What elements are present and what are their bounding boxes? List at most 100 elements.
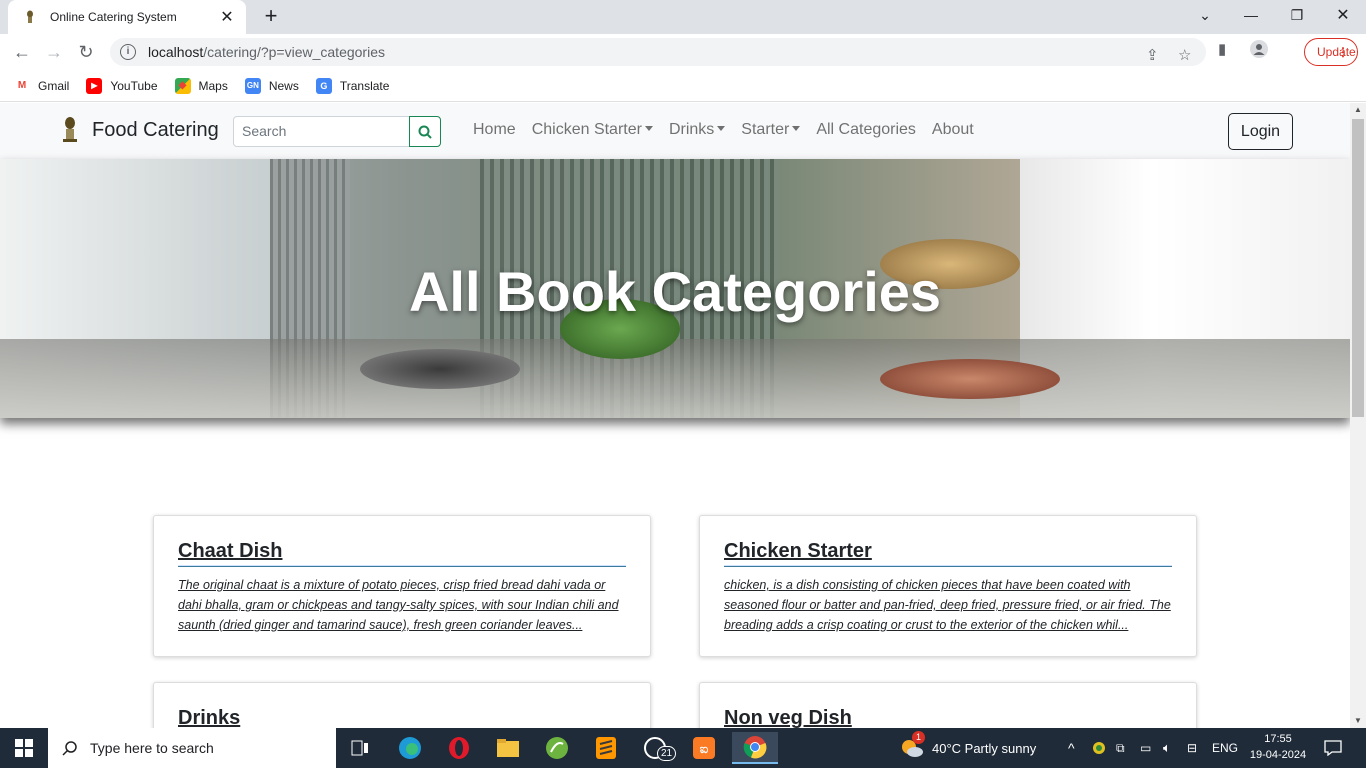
url-path: /catering/?p=view_categories	[203, 44, 385, 60]
page-title: All Book Categories	[408, 260, 942, 323]
bookmark-label: News	[268, 78, 299, 93]
nav-chicken-starter-dropdown[interactable]: Chicken Starter	[524, 121, 661, 139]
bookmark-label: Translate	[339, 78, 390, 93]
bookmark-youtube[interactable]: ▶ YouTube	[86, 77, 158, 94]
brand-logo-icon	[58, 115, 82, 145]
nav-home[interactable]: Home	[465, 121, 524, 139]
category-title[interactable]: Drinks	[178, 707, 626, 728]
category-title[interactable]: Chaat Dish	[178, 540, 626, 566]
site-navbar: Food Catering Search Home Chicken Starte…	[0, 103, 1350, 159]
bookmark-star-icon[interactable]: ☆	[1178, 46, 1191, 64]
hero-food-olives	[360, 349, 520, 389]
weather-text: 40°C Partly sunny	[932, 740, 1037, 756]
category-card[interactable]: Drinks	[153, 682, 651, 728]
forward-button[interactable]: →	[42, 40, 66, 64]
weather-widget[interactable]: 1 40°C Partly sunny	[900, 728, 1036, 768]
caret-down-icon	[644, 126, 653, 131]
browser-tab[interactable]: Online Catering System ✕	[8, 0, 246, 34]
category-card[interactable]: Non veg Dish	[699, 682, 1197, 728]
weather-icon: 1	[900, 731, 925, 759]
hero-bg-counter	[0, 339, 1350, 418]
back-button[interactable]: ←	[10, 40, 34, 64]
new-tab-button[interactable]: +	[258, 4, 284, 30]
page-scrollbar[interactable]: ▲ ▼	[1350, 103, 1366, 728]
maps-icon: ◆	[174, 77, 191, 94]
update-button[interactable]: Update ⋮	[1304, 38, 1358, 66]
xampp-icon[interactable]: ಐ	[684, 732, 724, 764]
spring-tool-icon[interactable]	[537, 732, 577, 764]
bookmark-maps[interactable]: ◆ Maps	[174, 77, 228, 94]
bookmark-translate[interactable]: G Translate	[315, 77, 390, 94]
scrollbar-thumb[interactable]	[1352, 119, 1364, 417]
profile-avatar-icon[interactable]	[1250, 40, 1268, 62]
bookmarks-bar: M Gmail ▶ YouTube ◆ Maps GN News G Trans…	[0, 70, 1366, 102]
start-button[interactable]	[0, 728, 48, 768]
nav-all-categories[interactable]: All Categories	[808, 121, 924, 139]
youtube-icon: ▶	[86, 77, 103, 94]
nav-label: About	[931, 121, 974, 138]
bookmark-news[interactable]: GN News	[244, 77, 299, 94]
windows-logo-icon	[15, 739, 33, 757]
scroll-up-icon[interactable]: ▲	[1350, 103, 1366, 117]
nav-drinks-dropdown[interactable]: Drinks	[661, 121, 733, 139]
address-bar[interactable]: i localhost/catering/?p=view_categories …	[110, 38, 1206, 66]
network-icon[interactable]: ⊟	[1187, 728, 1197, 768]
bookmark-gmail[interactable]: M Gmail	[14, 78, 70, 94]
nav-label: Drinks	[668, 121, 715, 138]
notifications-icon[interactable]	[1324, 728, 1342, 768]
chrome-icon[interactable]	[732, 732, 778, 764]
restore-button[interactable]: ❐	[1274, 0, 1320, 30]
scroll-down-icon[interactable]: ▼	[1350, 714, 1366, 728]
nav-about[interactable]: About	[924, 121, 982, 139]
nav-label: Chicken Starter	[531, 121, 642, 138]
brand-name: Food Catering	[92, 118, 219, 141]
page-viewport: Food Catering Search Home Chicken Starte…	[0, 103, 1350, 728]
sublime-text-icon[interactable]	[586, 732, 626, 764]
task-view-icon[interactable]	[340, 732, 380, 764]
clock-date: 19-04-2024	[1249, 749, 1307, 761]
nav-starter-dropdown[interactable]: Starter	[733, 121, 808, 139]
site-info-icon[interactable]: i	[120, 44, 136, 60]
category-description: chicken, is a dish consisting of chicken…	[724, 578, 1171, 632]
caret-down-icon	[792, 126, 801, 131]
taskbar-clock[interactable]: 17:55 19-04-2024	[1243, 731, 1313, 763]
edge-icon[interactable]	[390, 732, 430, 764]
menu-dots-icon[interactable]: ⋮	[1337, 39, 1349, 65]
nav-label: Starter	[741, 121, 790, 138]
category-card[interactable]: Chicken Starter chicken, is a dish consi…	[699, 515, 1197, 657]
site-search-input[interactable]: Search	[233, 116, 410, 147]
battery-icon[interactable]: ▭	[1140, 728, 1151, 768]
site-favicon-icon	[22, 9, 38, 25]
reload-button[interactable]: ↻	[74, 40, 98, 64]
taskbar-search-placeholder: Type here to search	[90, 740, 214, 756]
share-icon[interactable]: ⇪	[1146, 46, 1159, 64]
opera-icon[interactable]	[439, 732, 479, 764]
tray-app-icon[interactable]	[1092, 728, 1106, 768]
tab-search-icon[interactable]: ⌄	[1182, 0, 1228, 30]
side-panel-icon[interactable]: ▮	[1218, 40, 1226, 58]
language-indicator[interactable]: ENG	[1212, 728, 1238, 768]
tab-close-icon[interactable]: ✕	[218, 7, 236, 27]
gmail-icon: M	[17, 80, 27, 91]
site-search-button[interactable]	[409, 116, 441, 147]
file-explorer-icon[interactable]	[488, 732, 528, 764]
hero-food-meat	[880, 359, 1060, 399]
volume-icon[interactable]: 🔈︎	[1163, 728, 1171, 768]
minimize-button[interactable]: —	[1228, 0, 1274, 30]
show-hidden-icons[interactable]: ^	[1068, 728, 1075, 768]
category-title[interactable]: Non veg Dish	[724, 707, 1172, 728]
whatsapp-icon[interactable]: 21	[635, 732, 677, 764]
search-icon	[62, 741, 77, 756]
taskbar-search-box[interactable]: Type here to search	[48, 728, 336, 768]
category-title[interactable]: Chicken Starter	[724, 540, 1172, 566]
login-button[interactable]: Login	[1228, 113, 1293, 150]
bookmark-label: Maps	[198, 78, 228, 93]
translate-icon: G	[315, 77, 332, 94]
category-divider	[178, 566, 626, 567]
brand-link[interactable]: Food Catering	[58, 115, 219, 145]
whatsapp-badge: 21	[657, 746, 677, 761]
bookmark-label: Gmail	[38, 78, 70, 93]
category-card[interactable]: Chaat Dish The original chaat is a mixtu…	[153, 515, 651, 657]
meet-now-icon[interactable]: ⧉	[1116, 728, 1125, 768]
window-close-button[interactable]: ✕	[1320, 0, 1366, 30]
